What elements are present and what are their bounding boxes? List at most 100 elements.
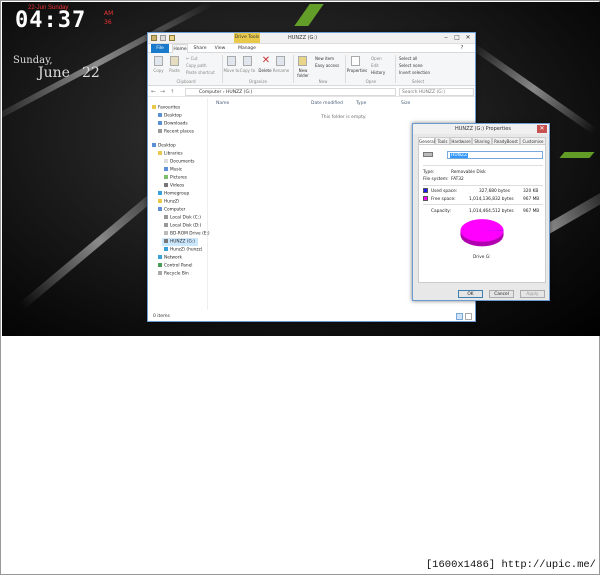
select-all-button[interactable]: Select all bbox=[399, 56, 417, 61]
nav-videos[interactable]: Videos bbox=[164, 183, 184, 189]
tab-manage[interactable]: Manage bbox=[236, 44, 258, 53]
clock-seconds: 36 bbox=[104, 19, 112, 26]
tab-share[interactable]: Share bbox=[192, 44, 208, 53]
nav-network-drive[interactable]: HunzZi (hunzz) bbox=[164, 247, 202, 253]
column-type[interactable]: Type bbox=[356, 101, 366, 106]
navigation-pane: Favourites Desktop Downloads Recent plac… bbox=[148, 98, 210, 310]
copy-icon[interactable] bbox=[154, 56, 163, 66]
close-icon[interactable]: ✕ bbox=[464, 34, 472, 42]
computer-breadcrumb[interactable]: Computer bbox=[199, 90, 221, 95]
details-view-icon[interactable] bbox=[456, 313, 463, 320]
apply-button[interactable]: Apply bbox=[520, 290, 545, 298]
edit-button[interactable]: Edit bbox=[371, 63, 379, 68]
properties-icon[interactable] bbox=[351, 56, 360, 66]
new-item-button[interactable]: New item bbox=[315, 56, 334, 61]
nav-computer[interactable]: Computer bbox=[158, 207, 185, 213]
copy-button[interactable]: Copy bbox=[151, 68, 166, 73]
back-icon[interactable]: ← bbox=[151, 88, 156, 95]
nav-hunzzi-user[interactable]: HunzZi bbox=[158, 199, 179, 205]
divider bbox=[423, 204, 543, 205]
address-bar[interactable]: Computer › HUNZZ (G:) bbox=[185, 88, 396, 96]
nav-label: Favourites bbox=[158, 105, 181, 111]
nav-network[interactable]: Network bbox=[158, 255, 182, 261]
nav-desktop-fav[interactable]: Desktop bbox=[158, 113, 182, 119]
properties-quick-icon[interactable] bbox=[160, 35, 166, 41]
column-name[interactable]: Name bbox=[216, 101, 229, 106]
paste-button[interactable]: Paste bbox=[167, 68, 182, 73]
open-button[interactable]: Open bbox=[371, 56, 382, 61]
clock-time: 04:37 bbox=[15, 8, 87, 33]
properties-button[interactable]: Properties bbox=[346, 68, 368, 73]
volume-name-field[interactable]: HUNZZ bbox=[447, 151, 543, 159]
used-space-label: Used space: bbox=[431, 189, 458, 194]
user-folder-icon bbox=[158, 199, 162, 203]
close-icon[interactable]: ✕ bbox=[537, 125, 547, 133]
ok-button[interactable]: OK bbox=[458, 290, 483, 298]
nav-recycle-bin[interactable]: Recycle Bin bbox=[158, 271, 189, 277]
ribbon-separator bbox=[395, 55, 396, 83]
drive-tools-contextual-tab: Drive Tools bbox=[234, 33, 260, 43]
easy-access-button[interactable]: Easy access bbox=[315, 63, 339, 68]
usb-drive-icon bbox=[423, 152, 433, 157]
network-drive-icon bbox=[164, 247, 168, 251]
address-bar-row: ← → ↑ Computer › HUNZZ (G:) Search HUNZZ… bbox=[148, 87, 475, 97]
nav-bd-rom-e[interactable]: BD-ROM Drive (E:) bbox=[164, 231, 210, 237]
divider bbox=[423, 185, 543, 186]
nav-local-disk-d[interactable]: Local Disk (D:) bbox=[164, 223, 201, 229]
rename-icon[interactable] bbox=[276, 56, 285, 66]
forward-icon[interactable]: → bbox=[160, 88, 165, 95]
properties-titlebar[interactable]: HUNZZ (G:) Properties ✕ bbox=[413, 124, 549, 134]
tab-home[interactable]: Home bbox=[172, 44, 188, 53]
column-size[interactable]: Size bbox=[401, 101, 410, 106]
nav-local-disk-c[interactable]: Local Disk (C:) bbox=[164, 215, 201, 221]
nav-documents[interactable]: Documents bbox=[164, 159, 195, 165]
explorer-titlebar[interactable]: Drive Tools HUNZZ (G:) ‒ □ ✕ bbox=[148, 33, 475, 44]
invert-selection-button[interactable]: Invert selection bbox=[399, 70, 430, 75]
nav-label: Desktop bbox=[164, 113, 182, 119]
select-none-button[interactable]: Select none bbox=[399, 63, 423, 68]
history-button[interactable]: History bbox=[371, 70, 385, 75]
nav-pictures[interactable]: Pictures bbox=[164, 175, 187, 181]
help-icon[interactable]: ? bbox=[458, 44, 466, 52]
paste-shortcut-button[interactable]: Paste shortcut bbox=[186, 70, 215, 75]
cancel-button[interactable]: Cancel bbox=[489, 290, 514, 298]
cut-button[interactable]: ✂ Cut bbox=[186, 56, 198, 61]
up-icon[interactable]: ↑ bbox=[170, 89, 174, 95]
tab-file[interactable]: File bbox=[151, 44, 169, 53]
column-date-modified[interactable]: Date modified bbox=[311, 101, 343, 106]
nav-control-panel[interactable]: Control Panel bbox=[158, 263, 193, 269]
nav-label: Music bbox=[170, 167, 183, 173]
ribbon-tabs: File Home Share View Manage ? bbox=[148, 44, 475, 53]
rename-button[interactable]: Rename bbox=[272, 68, 290, 73]
move-to-icon[interactable] bbox=[227, 56, 236, 66]
nav-music[interactable]: Music bbox=[164, 167, 182, 173]
copy-path-button[interactable]: Copy path bbox=[186, 63, 207, 68]
maximize-icon[interactable]: □ bbox=[453, 34, 461, 42]
minimize-icon[interactable]: ‒ bbox=[442, 34, 450, 42]
drive-breadcrumb[interactable]: HUNZZ (G:) bbox=[226, 90, 252, 95]
properties-title: HUNZZ (G:) Properties bbox=[455, 126, 511, 132]
copy-to-button[interactable]: Copy to bbox=[239, 68, 256, 73]
group-new: New bbox=[318, 79, 328, 84]
paste-icon[interactable] bbox=[170, 56, 179, 66]
tab-view[interactable]: View bbox=[212, 44, 228, 53]
nav-label: Local Disk (D:) bbox=[170, 223, 202, 229]
move-to-button[interactable]: Move to bbox=[223, 68, 240, 73]
nav-desktop[interactable]: Desktop bbox=[152, 143, 176, 149]
new-folder-icon[interactable] bbox=[298, 56, 307, 66]
nav-hunzz-g[interactable]: HUNZZ (G:) bbox=[162, 238, 198, 246]
new-folder-button[interactable]: New folder bbox=[294, 68, 312, 78]
nav-libraries[interactable]: Libraries bbox=[158, 151, 183, 157]
delete-icon[interactable]: ✕ bbox=[259, 55, 273, 66]
nav-label: Downloads bbox=[164, 121, 188, 127]
nav-favourites[interactable]: Favourites bbox=[152, 105, 180, 111]
nav-homegroup[interactable]: Homegroup bbox=[158, 191, 189, 197]
search-input[interactable]: Search HUNZZ (G:) bbox=[399, 88, 474, 96]
nav-recent-places[interactable]: Recent places bbox=[158, 129, 194, 135]
recycle-bin-icon bbox=[158, 271, 162, 275]
nav-downloads[interactable]: Downloads bbox=[158, 121, 188, 127]
disk-usage-pie bbox=[460, 219, 504, 247]
large-icons-view-icon[interactable] bbox=[465, 313, 472, 320]
new-folder-quick-icon[interactable] bbox=[169, 35, 175, 41]
copy-to-icon[interactable] bbox=[243, 56, 252, 66]
